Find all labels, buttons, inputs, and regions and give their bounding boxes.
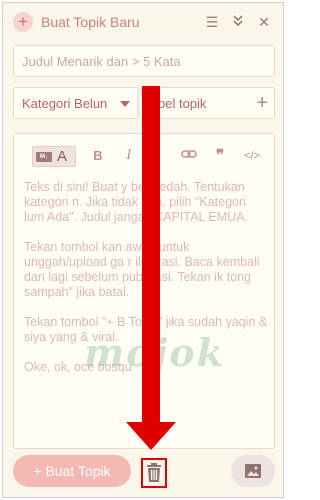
- panel-title: Buat Topik Baru: [41, 14, 140, 30]
- compose-panel: + Buat Topik Baru ☰ ✕ Kategori Belun bel…: [2, 2, 284, 498]
- editor-paragraph: Teks di sini! Buat y berfaedah. Tentukan…: [24, 180, 248, 224]
- hamburger-icon[interactable]: ☰: [203, 13, 221, 31]
- plus-icon: +: [33, 463, 46, 479]
- italic-button[interactable]: I: [119, 146, 139, 166]
- markdown-toggle[interactable]: M↓ A: [32, 146, 76, 167]
- link-button[interactable]: [179, 146, 199, 168]
- close-icon[interactable]: ✕: [255, 13, 273, 31]
- editor-paragraph: Tekan tombol kan awah untuk unggah/uploa…: [24, 240, 260, 299]
- editor-toolbar: M↓ A B I ❞ </>: [14, 142, 274, 170]
- trash-icon: [147, 463, 161, 482]
- markdown-icon: M↓: [36, 152, 52, 162]
- plus-icon[interactable]: +: [256, 92, 268, 114]
- image-upload-button[interactable]: [231, 455, 275, 487]
- plus-circle-icon[interactable]: +: [13, 12, 33, 32]
- text-format-icon: A: [57, 148, 68, 165]
- caret-down-icon: [120, 101, 130, 107]
- create-topic-label: Buat Topik: [45, 463, 111, 479]
- code-button[interactable]: </>: [240, 146, 264, 166]
- double-chevron-down-icon[interactable]: [229, 13, 247, 31]
- watermark: mojok: [84, 330, 225, 375]
- image-icon: [245, 464, 261, 478]
- bold-button[interactable]: B: [88, 146, 108, 166]
- create-topic-button[interactable]: + Buat Topik: [13, 455, 131, 487]
- quote-button[interactable]: ❞: [210, 146, 230, 166]
- category-select-label: Kategori Belun: [22, 96, 108, 111]
- title-input[interactable]: [13, 45, 275, 77]
- editor[interactable]: M↓ A B I ❞ </> Teks di sini! Buat y berf…: [13, 133, 275, 449]
- trash-button[interactable]: [141, 458, 167, 488]
- tag-field[interactable]: bel topik +: [149, 87, 275, 119]
- category-select[interactable]: Kategori Belun: [13, 87, 139, 119]
- panel-header: + Buat Topik Baru ☰ ✕: [3, 3, 283, 41]
- tag-field-label: bel topik: [158, 96, 207, 111]
